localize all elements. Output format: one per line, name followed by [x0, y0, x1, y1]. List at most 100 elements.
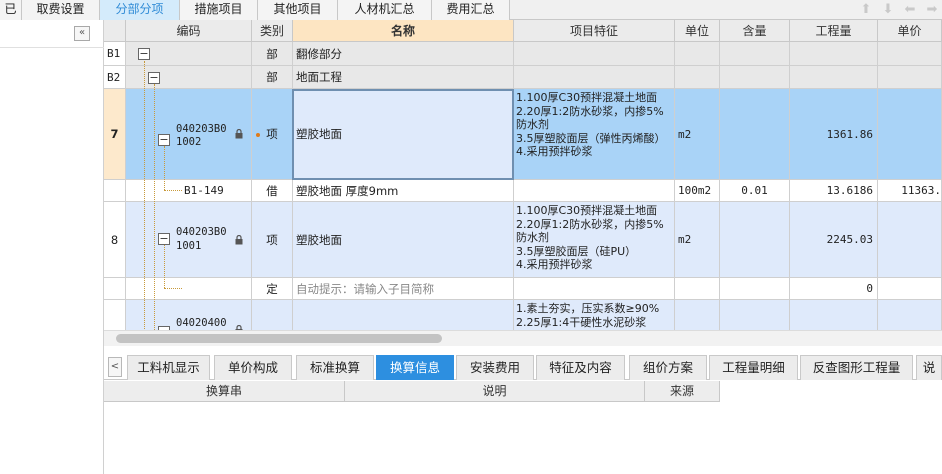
row-content[interactable] [720, 42, 790, 66]
row-seq [104, 180, 126, 202]
header-type[interactable]: 类别 [252, 20, 293, 42]
row-price[interactable] [878, 202, 942, 278]
header-source[interactable]: 来源 [645, 381, 720, 402]
tab-standard-conversion[interactable]: 标准换算 [296, 355, 374, 380]
row-unit[interactable]: m2 [675, 89, 720, 180]
row-name[interactable]: 塑胶地面 [293, 89, 514, 180]
row-unit[interactable] [675, 66, 720, 89]
row-unit[interactable]: 100m2 [675, 180, 720, 202]
left-tree-panel: « [0, 20, 104, 474]
arrow-up-icon[interactable]: ⬆ [858, 2, 874, 18]
tab-description-partial[interactable]: 说 [916, 355, 942, 380]
header-unit[interactable]: 单位 [675, 20, 720, 42]
feature-line: 3.5厚塑胶面层（弹性丙烯酸） [516, 131, 666, 145]
row-content[interactable]: 0.01 [720, 180, 790, 202]
feature-line: 1.素土夯实，压实系数≥90% [516, 302, 660, 315]
tab-other-items[interactable]: 其他项目 [258, 0, 338, 20]
row-quantity[interactable] [790, 42, 878, 66]
header-description[interactable]: 说明 [345, 381, 645, 402]
feature-line: 2.20厚1:2防水砂浆，内掺5%防水剂 [516, 217, 664, 245]
row-unit[interactable] [675, 42, 720, 66]
row-name-hint[interactable]: 自动提示：请输入子目简称 [293, 278, 514, 300]
row-price[interactable] [878, 66, 942, 89]
row-name[interactable]: 塑胶地面 [293, 202, 514, 278]
tab-reverse-graphic-quantity[interactable]: 反查图形工程量 [800, 355, 913, 380]
header-content[interactable]: 含量 [720, 20, 790, 42]
row-price[interactable] [878, 42, 942, 66]
tab-install-cost[interactable]: 安装费用 [456, 355, 534, 380]
row-price[interactable] [878, 89, 942, 180]
tab-labor-machine-display[interactable]: 工料机显示 [127, 355, 210, 380]
row-content[interactable] [720, 89, 790, 180]
row-quantity[interactable]: 1361.86 [790, 89, 878, 180]
tree-collapse-icon[interactable]: − [158, 134, 170, 146]
feature-line: 1.100厚C30预拌混凝土地面 [516, 204, 658, 217]
tab-partial[interactable]: 已 [0, 0, 22, 20]
tab-features-content[interactable]: 特征及内容 [536, 355, 625, 380]
row-feature[interactable] [514, 180, 675, 202]
tree-collapse-icon[interactable]: − [158, 233, 170, 245]
row-code: B1-149 [184, 184, 224, 197]
row-seq: B2 [104, 66, 126, 89]
row-unit[interactable] [675, 278, 720, 300]
tab-division-items[interactable]: 分部分项 [100, 0, 180, 20]
tab-scroll-left-icon[interactable]: < [108, 357, 122, 377]
row-seq: 7 [104, 89, 126, 180]
row-quantity[interactable]: 2245.03 [790, 202, 878, 278]
feature-line: 4.采用预拌砂浆 [516, 145, 593, 158]
feature-line: 2.20厚1:2防水砂浆，内掺5%防水剂 [516, 104, 664, 132]
tree-line [164, 245, 165, 288]
header-conversion-string[interactable]: 换算串 [104, 381, 345, 402]
tab-pricing-scheme[interactable]: 组价方案 [629, 355, 707, 380]
lock-icon [235, 129, 243, 139]
arrow-right-icon[interactable]: ➡ [924, 2, 940, 18]
feature-line: 3.5厚塑胶面层（硅PU） [516, 244, 637, 258]
left-panel-divider [0, 47, 104, 48]
arrow-left-icon[interactable]: ⬅ [902, 2, 918, 18]
row-quantity[interactable]: 0 [790, 278, 878, 300]
tab-measure-items[interactable]: 措施项目 [180, 0, 258, 20]
row-code-line1: 04020400 [176, 317, 227, 329]
tree-collapse-icon[interactable]: − [148, 72, 160, 84]
row-feature[interactable]: 1.100厚C30预拌混凝土地面 2.20厚1:2防水砂浆，内掺5%防水剂 3.… [514, 89, 675, 180]
tree-collapse-icon[interactable]: − [138, 48, 150, 60]
row-unit[interactable]: m2 [675, 202, 720, 278]
row-quantity[interactable]: 13.6186 [790, 180, 878, 202]
row-feature[interactable] [514, 42, 675, 66]
row-name[interactable]: 地面工程 [293, 66, 514, 89]
tab-conversion-info[interactable]: 换算信息 [376, 355, 454, 380]
modified-indicator-icon [256, 133, 260, 137]
row-price[interactable] [878, 278, 942, 300]
header-quantity[interactable]: 工程量 [790, 20, 878, 42]
tab-fee-settings[interactable]: 取费设置 [22, 0, 100, 20]
tree-line [164, 288, 182, 289]
row-type: 项 [252, 202, 293, 278]
header-feature[interactable]: 项目特征 [514, 20, 675, 42]
header-price[interactable]: 单价 [878, 20, 942, 42]
tree-line [154, 84, 155, 346]
header-name[interactable]: 名称 [293, 20, 514, 42]
row-feature[interactable]: 1.100厚C30预拌混凝土地面 2.20厚1:2防水砂浆，内掺5%防水剂 3.… [514, 202, 675, 278]
arrow-down-icon[interactable]: ⬇ [880, 2, 896, 18]
tab-labor-material-summary[interactable]: 人材机汇总 [338, 0, 432, 20]
grid-horizontal-scrollbar[interactable] [104, 330, 942, 346]
row-content[interactable] [720, 66, 790, 89]
row-feature[interactable] [514, 278, 675, 300]
header-code[interactable]: 编码 [126, 20, 252, 42]
row-feature[interactable] [514, 66, 675, 89]
tab-unit-price-composition[interactable]: 单价构成 [214, 355, 292, 380]
tree-line [164, 146, 165, 190]
tab-cost-summary[interactable]: 费用汇总 [432, 0, 510, 20]
scrollbar-thumb[interactable] [116, 334, 442, 343]
row-content[interactable] [720, 278, 790, 300]
collapse-panel-button[interactable]: « [74, 26, 90, 41]
tree-line [144, 61, 145, 346]
feature-line: 4.采用预拌砂浆 [516, 258, 593, 271]
row-content[interactable] [720, 202, 790, 278]
row-quantity[interactable] [790, 66, 878, 89]
row-type: 部 [252, 66, 293, 89]
tab-quantity-details[interactable]: 工程量明细 [709, 355, 798, 380]
row-name[interactable]: 翻修部分 [293, 42, 514, 66]
row-name[interactable]: 塑胶地面 厚度9mm [293, 180, 514, 202]
row-price[interactable]: 11363. [878, 180, 942, 202]
